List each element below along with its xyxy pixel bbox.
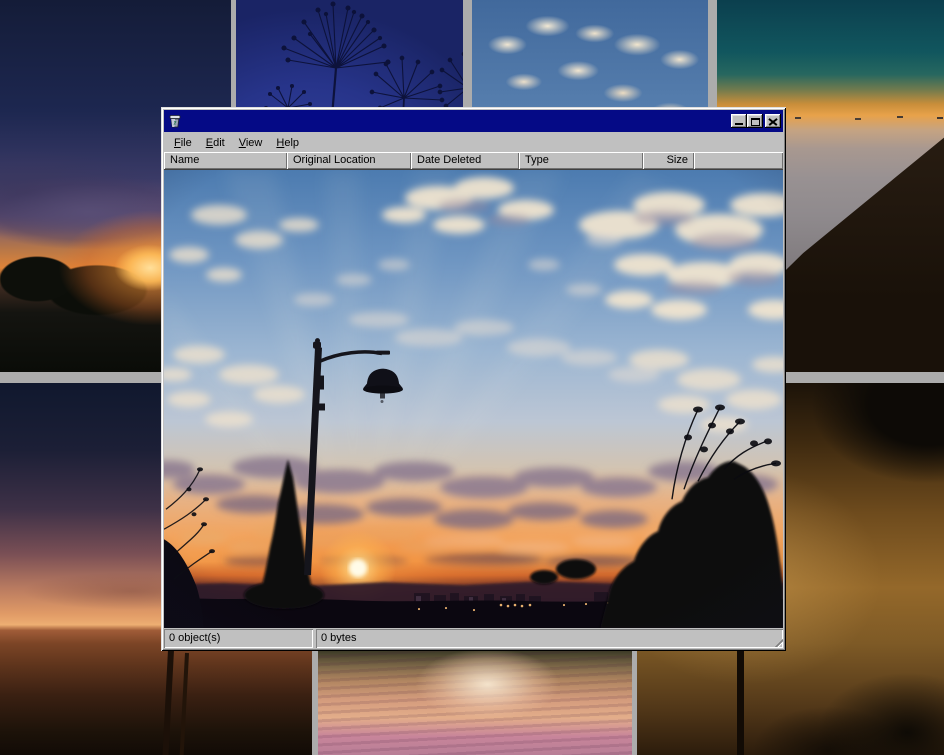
menu-edit[interactable]: Edit [199, 135, 232, 151]
column-headers: Name Original Location Date Deleted Type… [164, 152, 783, 169]
lamp-pole-silhouette [737, 650, 744, 755]
recycle-bin-icon [167, 113, 183, 129]
recycle-bin-window: File Edit View Help Name Original Locati… [161, 107, 786, 651]
column-header-date-deleted[interactable]: Date Deleted [411, 152, 519, 169]
titlebar[interactable] [164, 110, 783, 132]
minimize-icon [735, 123, 743, 125]
column-header-name[interactable]: Name [164, 152, 287, 169]
water-pole-silhouette [162, 650, 174, 755]
close-button[interactable] [765, 114, 781, 128]
column-header-filler [694, 152, 783, 169]
menu-bar: File Edit View Help [164, 133, 783, 152]
status-objects: 0 object(s) [164, 629, 313, 648]
water-pole-silhouette [180, 653, 189, 755]
menu-file[interactable]: File [167, 135, 199, 151]
maximize-icon [751, 118, 760, 126]
maximize-button[interactable] [747, 114, 763, 128]
minimize-button[interactable] [731, 114, 747, 128]
status-bar: 0 object(s) 0 bytes [164, 629, 783, 648]
sunset-lamp-photo [164, 170, 783, 628]
menu-view[interactable]: View [232, 135, 270, 151]
column-header-size[interactable]: Size [643, 152, 694, 169]
file-list-area[interactable] [164, 169, 783, 628]
close-icon [769, 118, 777, 125]
status-bytes: 0 bytes [316, 629, 783, 648]
menu-help[interactable]: Help [269, 135, 306, 151]
column-header-type[interactable]: Type [519, 152, 643, 169]
column-header-original-location[interactable]: Original Location [287, 152, 411, 169]
